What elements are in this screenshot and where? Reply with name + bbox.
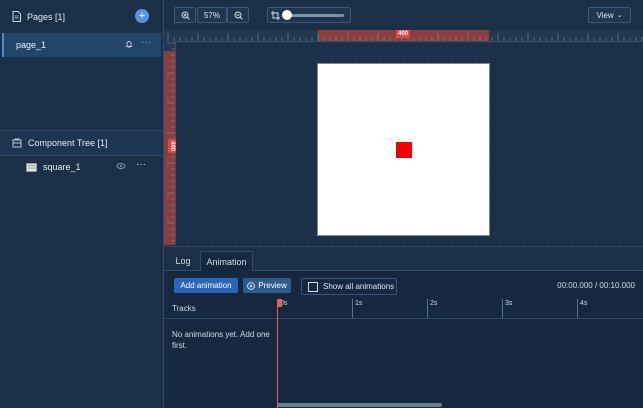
show-all-label: Show all animations bbox=[323, 282, 395, 291]
time-mark: 1s bbox=[352, 299, 362, 318]
more-icon[interactable]: ··· bbox=[141, 37, 151, 48]
zoom-in-icon bbox=[181, 11, 190, 20]
canvas-toolbar: 57% View ⌄ bbox=[164, 0, 643, 31]
preview-button[interactable]: Preview bbox=[243, 278, 291, 293]
timeline[interactable]: 0s 1s 2s 3s 4s bbox=[277, 299, 643, 408]
time-mark: 2s bbox=[427, 299, 437, 318]
square-shape[interactable] bbox=[396, 142, 412, 158]
tabs-bar: Log Animation bbox=[164, 247, 643, 271]
tree-item[interactable]: square_1 ··· bbox=[26, 158, 160, 176]
add-animation-button[interactable]: Add animation bbox=[174, 278, 238, 293]
component-tree-header: Component Tree [1] bbox=[0, 130, 163, 156]
timecode: 00:00.000 / 00:10.000 bbox=[557, 281, 635, 290]
pages-header: Pages [1] + bbox=[0, 0, 163, 33]
tab-log[interactable]: Log bbox=[169, 251, 197, 270]
animation-toolbar: Add animation Preview Show all animation… bbox=[164, 270, 643, 298]
bottom-panel: Log Animation Add animation Preview Show… bbox=[164, 246, 643, 408]
chevron-down-icon: ⌄ bbox=[616, 12, 623, 19]
preview-label: Preview bbox=[258, 281, 287, 290]
time-ruler: 0s 1s 2s 3s 4s bbox=[277, 299, 643, 319]
bell-icon[interactable] bbox=[124, 39, 134, 51]
plus-icon: + bbox=[138, 9, 146, 22]
page-item-label: page_1 bbox=[16, 40, 47, 50]
crop-icon bbox=[271, 10, 280, 20]
zoom-out-icon bbox=[234, 11, 243, 20]
page-item[interactable]: page_1 ··· bbox=[2, 33, 161, 57]
canvas-area[interactable]: 400 400 bbox=[164, 30, 643, 245]
ruler-vertical: 400 bbox=[164, 41, 177, 245]
zoom-in-button[interactable] bbox=[174, 7, 196, 23]
page-icon bbox=[12, 11, 21, 22]
view-label: View bbox=[596, 10, 614, 20]
zoom-level: 57% bbox=[197, 7, 227, 23]
pages-title: Pages [1] bbox=[27, 11, 66, 22]
zoom-out-button[interactable] bbox=[227, 7, 249, 23]
play-icon bbox=[247, 281, 256, 290]
height-badge: 400 bbox=[168, 138, 177, 154]
add-page-button[interactable]: + bbox=[135, 9, 149, 23]
time-mark: 4s bbox=[577, 299, 587, 318]
visibility-icon[interactable] bbox=[116, 162, 126, 172]
slider-track[interactable] bbox=[282, 9, 344, 20]
tree-item-label: square_1 bbox=[43, 162, 81, 172]
time-mark: 3s bbox=[502, 299, 512, 318]
left-panel: Pages [1] + page_1 ··· Component Tree [1… bbox=[0, 0, 164, 407]
playhead[interactable] bbox=[277, 299, 282, 408]
component-icon bbox=[12, 138, 22, 148]
slider-knob[interactable] bbox=[282, 9, 292, 20]
width-badge: 400 bbox=[396, 30, 411, 38]
image-layer-icon bbox=[26, 162, 37, 172]
more-icon[interactable]: ··· bbox=[136, 159, 146, 170]
tracks-label: Tracks bbox=[172, 304, 196, 313]
playhead-handle[interactable] bbox=[277, 299, 282, 307]
ruler-horizontal: 400 bbox=[164, 30, 643, 42]
horizontal-scrollbar[interactable] bbox=[277, 403, 442, 407]
size-slider[interactable] bbox=[267, 7, 351, 23]
tracks-panel: Tracks No animations yet. Add one first. bbox=[164, 299, 278, 408]
view-dropdown[interactable]: View ⌄ bbox=[588, 7, 631, 23]
tracks-header: Tracks bbox=[164, 299, 277, 319]
empty-message: No animations yet. Add one first. bbox=[172, 330, 270, 350]
show-all-checkbox[interactable] bbox=[308, 281, 318, 292]
component-tree-title: Component Tree [1] bbox=[28, 138, 108, 148]
tab-animation[interactable]: Animation bbox=[200, 251, 253, 271]
show-all-toggle[interactable]: Show all animations bbox=[301, 278, 397, 295]
artboard[interactable] bbox=[317, 63, 490, 236]
